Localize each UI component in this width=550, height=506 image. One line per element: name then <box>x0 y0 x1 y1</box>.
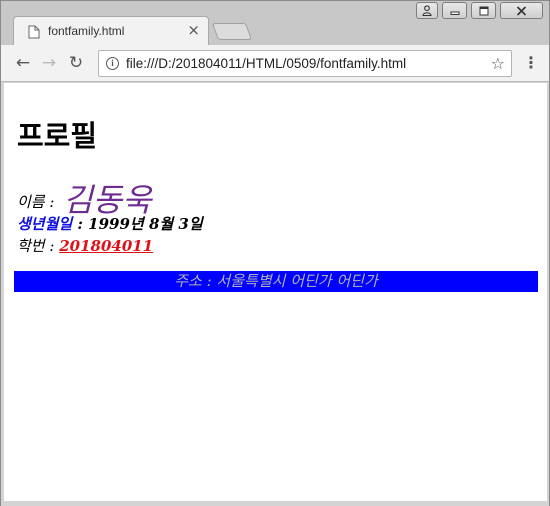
student-id-value: 201804011 <box>59 237 154 255</box>
name-label: 이름 : <box>17 193 60 211</box>
maximize-icon <box>479 6 488 15</box>
close-icon <box>516 5 527 16</box>
person-icon <box>422 5 432 16</box>
close-window-button[interactable] <box>500 2 543 19</box>
reload-button[interactable]: ↻ <box>66 53 86 73</box>
back-button[interactable]: ← <box>13 53 33 73</box>
profile-button[interactable] <box>416 2 438 19</box>
window-bottom-edge <box>1 501 549 506</box>
minimize-button[interactable] <box>442 2 467 19</box>
forward-button[interactable]: → <box>39 53 59 73</box>
browser-toolbar: ← → ↻ i file:///D:/201804011/HTML/0509/f… <box>1 45 549 82</box>
forward-arrow-icon: → <box>41 53 57 73</box>
document-icon <box>28 25 40 39</box>
new-tab-button[interactable] <box>211 23 253 40</box>
page-title: 프로필 <box>17 119 98 153</box>
address-banner: 주소 : 서울특별시 어딘가 어딘가 <box>14 271 538 292</box>
maximize-button[interactable] <box>471 2 496 19</box>
menu-button[interactable]: ⋮ <box>523 53 539 73</box>
minimize-icon <box>450 11 459 15</box>
student-id-label: 학번 : <box>17 237 60 255</box>
birth-value: : 1999년 8월 3일 <box>72 215 203 233</box>
tab-close-icon[interactable]: × <box>187 22 200 38</box>
birth-label: 생년월일 <box>17 215 73 233</box>
back-arrow-icon: ← <box>15 53 31 73</box>
url-text[interactable]: file:///D:/201804011/HTML/0509/fontfamil… <box>126 56 406 71</box>
bookmark-star-icon[interactable]: ☆ <box>491 54 505 73</box>
info-icon[interactable]: i <box>106 57 119 70</box>
address-bar[interactable]: i file:///D:/201804011/HTML/0509/fontfam… <box>98 50 512 77</box>
tab-strip: fontfamily.html × <box>1 1 549 46</box>
reload-icon: ↻ <box>68 53 84 73</box>
window-controls <box>416 2 543 20</box>
browser-window: fontfamily.html × ← → ↻ i file:///D:/201… <box>0 0 550 506</box>
tab-title: fontfamily.html <box>48 24 125 38</box>
birth-row: 생년월일 : 1999년 8월 3일 <box>17 213 203 234</box>
more-vertical-icon: ⋮ <box>523 53 539 72</box>
page-viewport: 프로필 이름 : 김동욱 생년월일 : 1999년 8월 3일 학번 : 201… <box>4 83 547 502</box>
tab-fontfamily[interactable]: fontfamily.html × <box>13 16 209 46</box>
student-id-row: 학번 : 201804011 <box>17 235 153 256</box>
